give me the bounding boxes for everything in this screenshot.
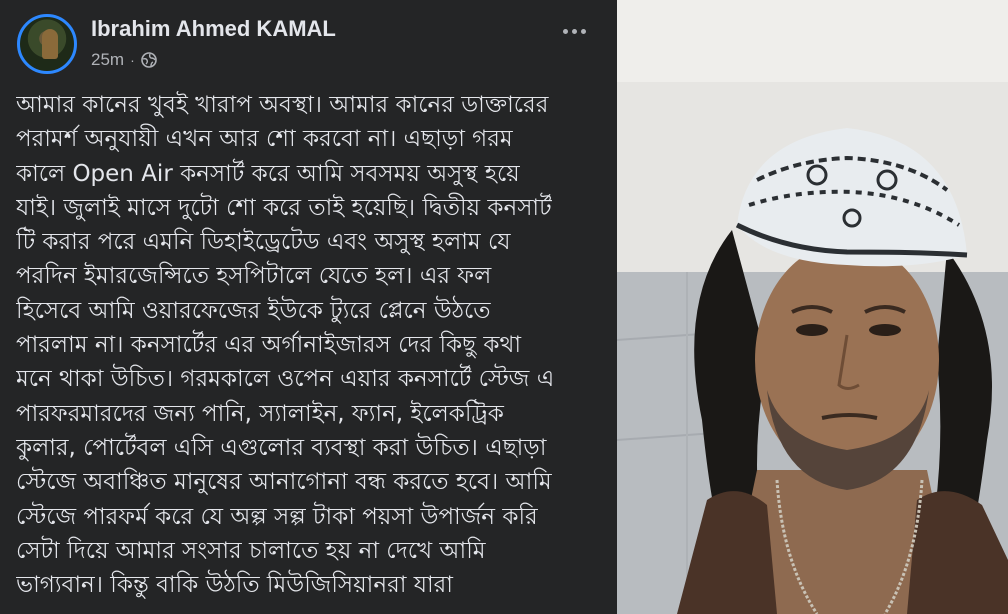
post-text-line: স্টেজে অবাঞ্চিত মানুষের আনাগোনা বন্ধ করত…	[16, 469, 552, 496]
post-text-line: সেটা দিয়ে আমার সংসার চালাতে হয় না দেখে…	[16, 537, 486, 564]
meta-separator: ·	[130, 52, 135, 68]
post-text-line: স্টেজে পারফর্ম করে যে অল্প সল্প টাকা পয়…	[16, 503, 538, 530]
more-dot	[580, 28, 586, 34]
eye-left	[796, 324, 828, 336]
globe-icon[interactable]	[140, 52, 157, 68]
post-text-line: ভাগ্যবান। কিন্তু বাকি উঠতি মিউজিসিয়ানরা…	[16, 572, 453, 599]
post-time[interactable]: 25m	[91, 50, 124, 70]
screenshot: Ibrahim Ahmed KAMAL 25m · আমার কানের খুব…	[0, 0, 1008, 614]
post-text: আমার কানের খুবই খারাপ অবস্থা। আমার কানের…	[16, 88, 612, 602]
post-text-line: কালে Open Air কনসার্ট করে আমি সবসময় অসু…	[16, 160, 520, 187]
post-text-line: পারফরমারদের জন্য পানি, স্যালাইন, ফ্যান, …	[16, 400, 504, 427]
post-photo[interactable]	[617, 0, 1008, 614]
avatar[interactable]	[17, 14, 77, 74]
facebook-post: Ibrahim Ahmed KAMAL 25m · আমার কানের খুব…	[0, 0, 617, 614]
more-dot	[571, 28, 577, 34]
post-text-line: পরামর্শ অনুযায়ী এখন আর শো করবো না। এছাড…	[16, 126, 513, 153]
more-horizontal-icon	[562, 28, 568, 34]
post-text-line: হিসেবে আমি ওয়ারফেজের ইউকে ট্যুরে প্লেনে…	[16, 297, 491, 324]
post-text-line: মনে থাকা উচিত। গরমকালে ওপেন এয়ার কনসার্…	[16, 366, 555, 393]
post-text-line: কুলার, পোর্টেবল এসি এগুলোর ব্যবস্থা করা …	[16, 434, 547, 461]
post-text-line: যাই। জুলাই মাসে দুটো শো করে তাই হয়েছি। …	[16, 194, 552, 221]
post-text-line: পরদিন ইমারজেন্সিতে হসপিটালে যেতে হল। এর …	[16, 263, 492, 290]
author-name[interactable]: Ibrahim Ahmed KAMAL	[91, 16, 336, 42]
eye-right	[869, 324, 901, 336]
post-header: Ibrahim Ahmed KAMAL 25m ·	[17, 14, 603, 78]
avatar-figure	[42, 29, 58, 59]
more-options-button[interactable]	[557, 20, 591, 42]
photo-illustration	[617, 0, 1008, 614]
post-text-line: আমার কানের খুবই খারাপ অবস্থা। আমার কানের…	[16, 92, 549, 118]
post-text-line: পারলাম না। কনসার্টের এর অর্গানাইজারস দের…	[16, 332, 522, 359]
post-meta: 25m ·	[91, 50, 157, 70]
ceiling	[617, 0, 1008, 82]
post-text-line: টি করার পরে এমনি ডিহাইড্রেটেড এবং অসুস্থ…	[16, 229, 511, 256]
